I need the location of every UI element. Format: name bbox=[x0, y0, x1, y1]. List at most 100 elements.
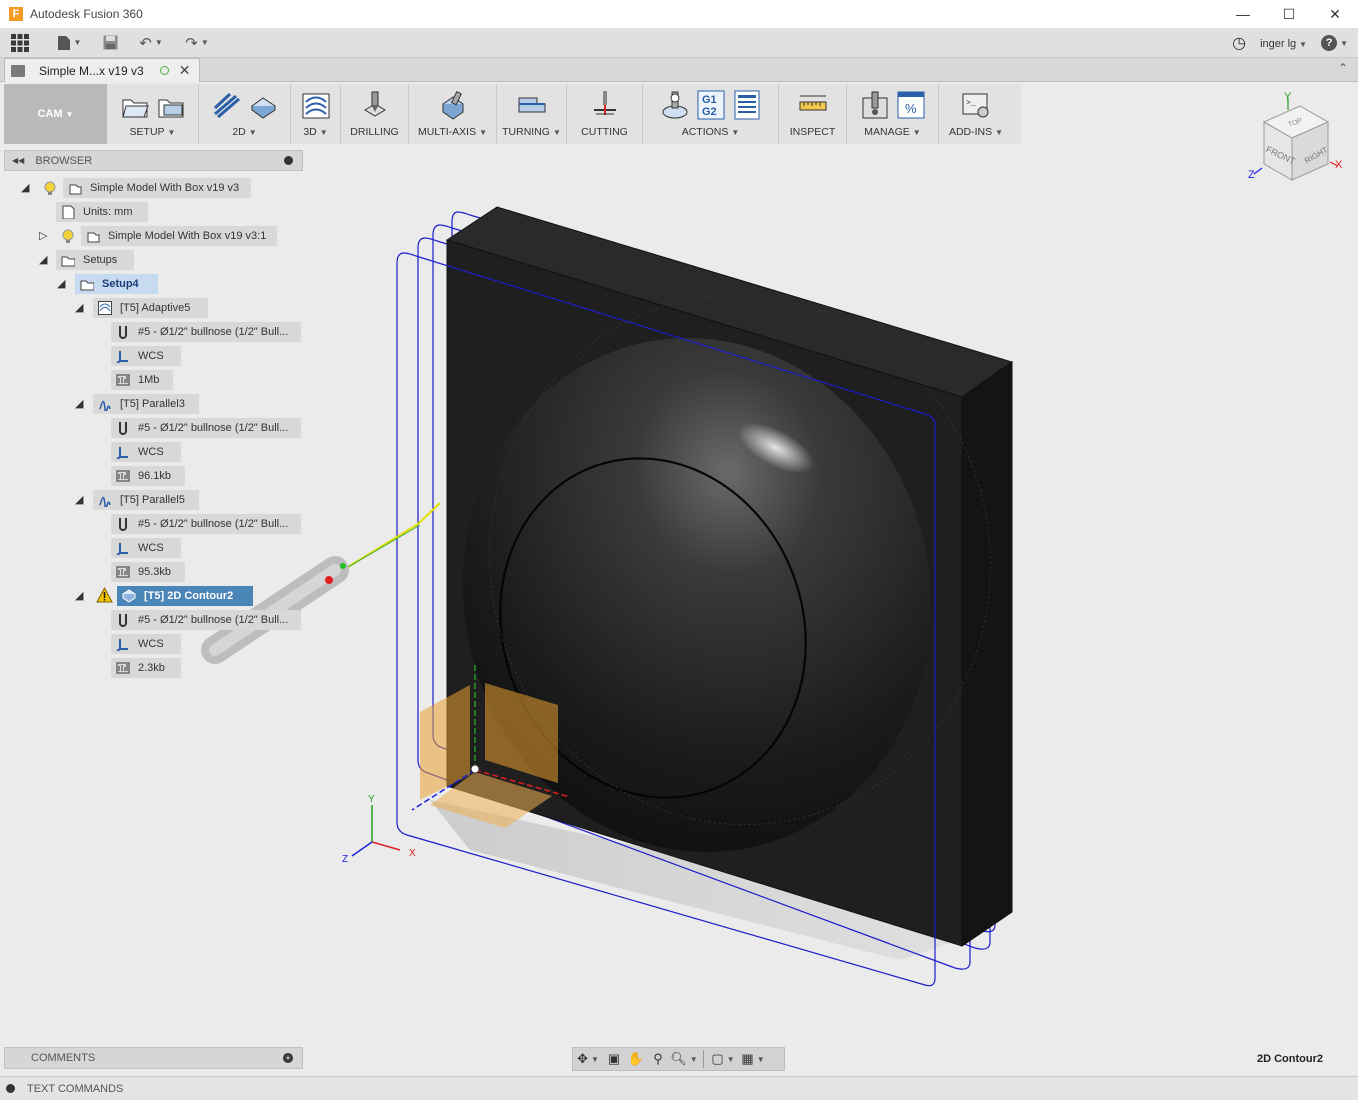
qat-right: ◷ inger lg ▼ ? ▼ bbox=[1232, 28, 1348, 58]
group-label-setup[interactable]: SETUP bbox=[130, 126, 165, 138]
tree-node-document[interactable]: Simple Model With Box v19 v3 bbox=[63, 178, 251, 198]
tree-node-tool[interactable]: #5 - Ø1/2" bullnose (1/2" Bull... bbox=[111, 610, 301, 630]
data-panel-button[interactable] bbox=[0, 28, 40, 58]
tree-node-component[interactable]: Simple Model With Box v19 v3:1 bbox=[81, 226, 277, 246]
group-label-multi-axis[interactable]: MULTI-AXIS bbox=[418, 126, 476, 138]
collapse-browser-icon[interactable]: ◀◀ bbox=[12, 156, 24, 165]
dome-model[interactable] bbox=[415, 256, 1032, 896]
group-label-cutting[interactable]: CUTTING bbox=[581, 126, 628, 138]
2d-adaptive-icon[interactable] bbox=[212, 90, 242, 120]
cutting-icon[interactable] bbox=[590, 90, 620, 120]
group-label-actions[interactable]: ACTIONS bbox=[682, 126, 729, 138]
save-button[interactable] bbox=[92, 28, 128, 58]
multi-axis-icon[interactable] bbox=[438, 90, 468, 120]
tree-node-operation-adaptive5[interactable]: [T5] Adaptive5 bbox=[93, 298, 208, 318]
ribbon-group-turning: TURNING ▼ bbox=[497, 84, 567, 144]
wcs-icon bbox=[116, 543, 128, 555]
visibility-bulb-icon[interactable] bbox=[43, 181, 58, 196]
tree-node-setup4[interactable]: Setup4 bbox=[75, 274, 158, 294]
close-tab-icon[interactable]: ✕ bbox=[179, 62, 191, 79]
collapse-ribbon-icon[interactable]: ⌃ bbox=[1338, 61, 1348, 75]
orbit-button[interactable]: ✥ ▼ bbox=[573, 1047, 603, 1071]
drill-icon[interactable] bbox=[360, 90, 390, 120]
tree-collapse-icon[interactable]: ◢ bbox=[21, 182, 33, 194]
setup-sheet-doc-icon[interactable] bbox=[732, 90, 762, 120]
tree-node-toolpath[interactable]: 2.3kb bbox=[111, 658, 181, 678]
tree-expand-icon[interactable]: ▷ bbox=[39, 230, 51, 242]
minimize-button[interactable]: — bbox=[1220, 0, 1266, 28]
tree-node-wcs[interactable]: WCS bbox=[111, 442, 181, 462]
visibility-bulb-icon[interactable] bbox=[61, 229, 76, 244]
group-label-inspect[interactable]: INSPECT bbox=[790, 126, 836, 138]
text-commands-bar[interactable]: TEXT COMMANDS bbox=[0, 1076, 1358, 1100]
pan-button[interactable]: ✋ bbox=[625, 1047, 647, 1071]
tree-node-wcs[interactable]: WCS bbox=[111, 538, 181, 558]
tree-collapse-icon[interactable]: ◢ bbox=[39, 254, 51, 266]
units-icon bbox=[62, 205, 75, 219]
scripts-addins-icon[interactable]: >_ bbox=[961, 90, 991, 120]
post-process-icon[interactable]: G1G2 bbox=[696, 90, 726, 120]
redo-button[interactable]: ↷ ▼ bbox=[174, 28, 220, 58]
look-at-button[interactable]: ▣ bbox=[603, 1047, 625, 1071]
tree-node-operation-2d-contour2[interactable]: [T5] 2D Contour2 bbox=[117, 586, 253, 606]
setup-sheet-icon[interactable] bbox=[156, 90, 186, 120]
job-status-icon[interactable]: ◷ bbox=[1232, 33, 1246, 53]
user-menu[interactable]: inger lg ▼ bbox=[1260, 36, 1307, 50]
simulate-icon[interactable] bbox=[660, 90, 690, 120]
browser-header[interactable]: ◀◀ BROWSER bbox=[4, 150, 303, 171]
tree-collapse-icon[interactable]: ◢ bbox=[57, 278, 69, 290]
document-tab[interactable]: Simple M...x v19 v3 ✕ bbox=[4, 58, 200, 82]
tree-node-wcs[interactable]: WCS bbox=[111, 346, 181, 366]
close-window-button[interactable]: ✕ bbox=[1312, 0, 1358, 28]
viewcube[interactable]: TOP FRONT RIGHT Y X Z bbox=[1246, 92, 1346, 192]
toolpath-size-icon bbox=[116, 470, 130, 482]
add-comment-icon[interactable]: + bbox=[283, 1053, 293, 1063]
turning-icon[interactable] bbox=[517, 90, 547, 120]
group-label-manage[interactable]: MANAGE bbox=[864, 126, 910, 138]
expand-text-commands-icon[interactable] bbox=[6, 1084, 15, 1093]
group-label-2d[interactable]: 2D bbox=[232, 126, 245, 138]
tree-node-tool[interactable]: #5 - Ø1/2" bullnose (1/2" Bull... bbox=[111, 322, 301, 342]
tree-node-tool[interactable]: #5 - Ø1/2" bullnose (1/2" Bull... bbox=[111, 514, 301, 534]
tree-node-label: [T5] Parallel5 bbox=[120, 494, 185, 506]
tree-node-tool[interactable]: #5 - Ø1/2" bullnose (1/2" Bull... bbox=[111, 418, 301, 438]
tree-collapse-icon[interactable]: ◢ bbox=[75, 398, 87, 410]
maximize-button[interactable]: ☐ bbox=[1266, 0, 1312, 28]
tool-library-icon[interactable] bbox=[860, 90, 890, 120]
stock-front-face bbox=[446, 239, 963, 947]
tree-collapse-icon[interactable]: ◢ bbox=[75, 494, 87, 506]
group-label-3d[interactable]: 3D bbox=[303, 126, 316, 138]
measure-icon[interactable] bbox=[798, 90, 828, 120]
tree-node-toolpath[interactable]: 96.1kb bbox=[111, 466, 185, 486]
undo-button[interactable]: ↶ ▼ bbox=[128, 28, 174, 58]
grid-settings-button[interactable]: ▦ ▼ bbox=[738, 1047, 768, 1071]
tree-node-toolpath[interactable]: 95.3kb bbox=[111, 562, 185, 582]
tree-node-toolpath[interactable]: 1Mb bbox=[111, 370, 173, 390]
file-menu-button[interactable]: ▼ bbox=[46, 28, 92, 58]
tool-path-lead bbox=[342, 502, 441, 571]
tree-node-setups[interactable]: Setups bbox=[56, 250, 134, 270]
3d-adaptive-icon[interactable] bbox=[301, 90, 331, 120]
tree-node-wcs[interactable]: WCS bbox=[111, 634, 181, 654]
tree-collapse-icon[interactable]: ◢ bbox=[75, 590, 87, 602]
zoom-button[interactable]: ⚲ bbox=[647, 1047, 669, 1071]
fit-button[interactable]: 🔍︎ ▼ bbox=[669, 1047, 699, 1071]
tree-collapse-icon[interactable]: ◢ bbox=[75, 302, 87, 314]
group-label-drilling[interactable]: DRILLING bbox=[350, 126, 398, 138]
comments-panel[interactable]: COMMENTS + bbox=[4, 1047, 303, 1069]
2d-pocket-icon[interactable] bbox=[248, 90, 278, 120]
tree-node-operation-parallel3[interactable]: [T5] Parallel3 bbox=[93, 394, 199, 414]
stock-box[interactable] bbox=[445, 206, 1014, 947]
new-setup-icon[interactable] bbox=[120, 90, 150, 120]
wcs-icon bbox=[116, 447, 128, 459]
help-button[interactable]: ? ▼ bbox=[1321, 35, 1348, 51]
display-settings-button[interactable]: ▢ ▼ bbox=[708, 1047, 738, 1071]
workspace-switcher[interactable]: CAM ▼ bbox=[4, 84, 107, 144]
template-library-icon[interactable]: % bbox=[896, 90, 926, 120]
tree-node-operation-parallel5[interactable]: [T5] Parallel5 bbox=[93, 490, 199, 510]
group-label-add-ins[interactable]: ADD-INS bbox=[949, 126, 992, 138]
tree-node-units[interactable]: Units: mm bbox=[56, 202, 148, 222]
viewcube-x-label: X bbox=[1335, 159, 1343, 171]
browser-pin-icon[interactable] bbox=[284, 156, 293, 165]
group-label-turning[interactable]: TURNING bbox=[502, 126, 550, 138]
